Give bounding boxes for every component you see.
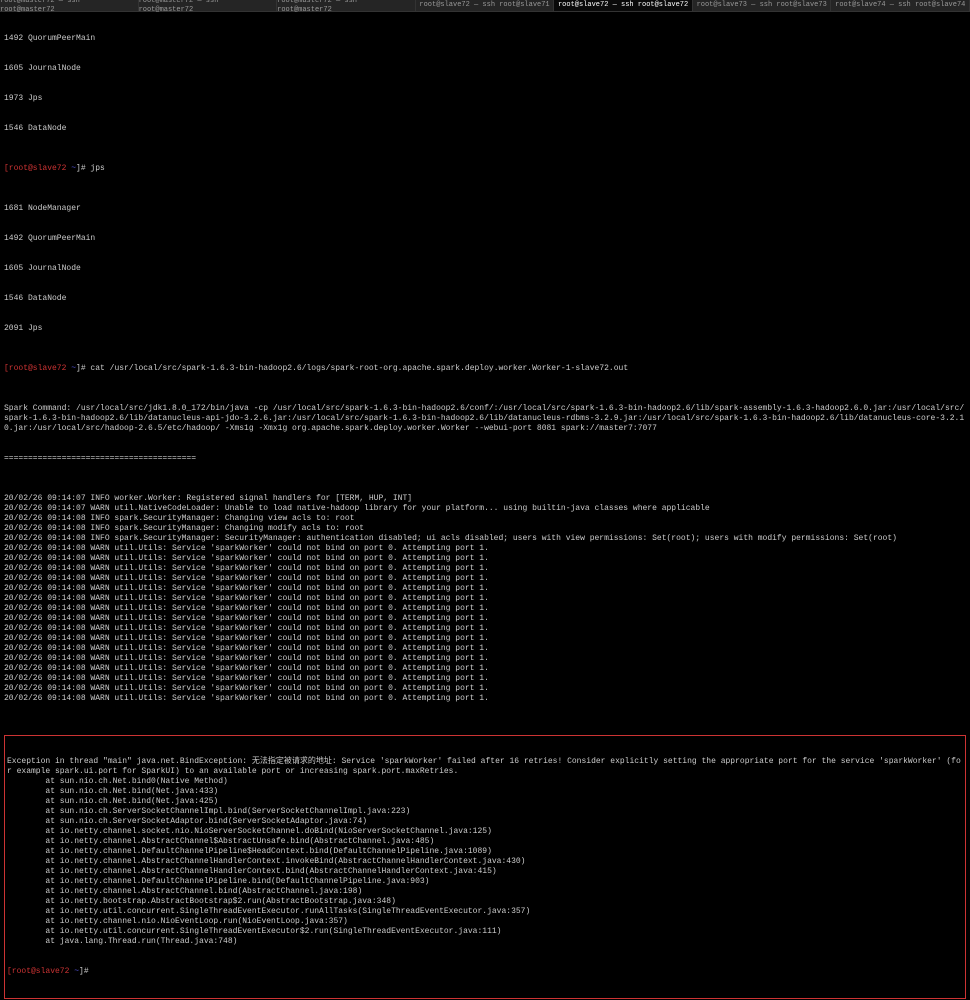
log-line: 20/02/26 09:14:08 WARN util.Utils: Servi… bbox=[4, 674, 966, 684]
stacktrace-line: Exception in thread "main" java.net.Bind… bbox=[7, 757, 963, 777]
log-line: 20/02/26 09:14:08 WARN util.Utils: Servi… bbox=[4, 654, 966, 664]
tab-5[interactable]: root@slave73 — ssh root@slave73 bbox=[693, 0, 832, 11]
log-line: 20/02/26 09:14:08 INFO spark.SecurityMan… bbox=[4, 524, 966, 534]
log-line: 20/02/26 09:14:07 WARN util.NativeCodeLo… bbox=[4, 504, 966, 514]
terminal-output[interactable]: 1492 QuorumPeerMain 1605 JournalNode 197… bbox=[0, 12, 970, 1000]
stacktrace-line: at sun.nio.ch.Net.bind(Net.java:433) bbox=[7, 787, 963, 797]
log-line: 20/02/26 09:14:08 WARN util.Utils: Servi… bbox=[4, 574, 966, 584]
jps-line: 1492 QuorumPeerMain bbox=[4, 234, 966, 244]
stacktrace-line: at sun.nio.ch.Net.bind0(Native Method) bbox=[7, 777, 963, 787]
log-line: 20/02/26 09:14:08 WARN util.Utils: Servi… bbox=[4, 684, 966, 694]
prompt-command: ]# jps bbox=[76, 164, 105, 174]
log-line: 20/02/26 09:14:08 WARN util.Utils: Servi… bbox=[4, 624, 966, 634]
stacktrace: Exception in thread "main" java.net.Bind… bbox=[7, 757, 963, 947]
jps-line: 1681 NodeManager bbox=[4, 204, 966, 214]
log-line: 20/02/26 09:14:08 WARN util.Utils: Servi… bbox=[4, 594, 966, 604]
log-line: 20/02/26 09:14:08 WARN util.Utils: Servi… bbox=[4, 604, 966, 614]
log-line: 20/02/26 09:14:08 WARN util.Utils: Servi… bbox=[4, 634, 966, 644]
tab-3[interactable]: root@slave72 — ssh root@slave71 bbox=[416, 0, 555, 11]
log-line: 20/02/26 09:14:08 WARN util.Utils: Servi… bbox=[4, 614, 966, 624]
stacktrace-line: at sun.nio.ch.ServerSocketAdaptor.bind(S… bbox=[7, 817, 963, 827]
log-line: 20/02/26 09:14:08 WARN util.Utils: Servi… bbox=[4, 554, 966, 564]
stacktrace-line: at io.netty.channel.AbstractChannelHandl… bbox=[7, 867, 963, 877]
stacktrace-line: at io.netty.channel.DefaultChannelPipeli… bbox=[7, 847, 963, 857]
stacktrace-line: at io.netty.util.concurrent.SingleThread… bbox=[7, 907, 963, 917]
log-line: 20/02/26 09:14:08 WARN util.Utils: Servi… bbox=[4, 584, 966, 594]
log-line: 20/02/26 09:14:08 WARN util.Utils: Servi… bbox=[4, 544, 966, 554]
log-line: 20/02/26 09:14:07 INFO worker.Worker: Re… bbox=[4, 494, 966, 504]
tab-bar: root@master72 — ssh root@master72 root@m… bbox=[0, 0, 970, 12]
jps-line: 1973 Jps bbox=[4, 94, 966, 104]
stacktrace-line: at java.lang.Thread.run(Thread.java:748) bbox=[7, 937, 963, 947]
tab-1[interactable]: root@master72 — ssh root@master72 bbox=[139, 0, 278, 11]
tab-0[interactable]: root@master72 — ssh root@master72 bbox=[0, 0, 139, 11]
exception-block: Exception in thread "main" java.net.Bind… bbox=[4, 735, 966, 999]
log-line: 20/02/26 09:14:08 WARN util.Utils: Servi… bbox=[4, 664, 966, 674]
jps-line: 1492 QuorumPeerMain bbox=[4, 34, 966, 44]
shell-prompt: [root@slave72 ~]# jps bbox=[4, 164, 966, 174]
jps-line: 1605 JournalNode bbox=[4, 64, 966, 74]
log-line: 20/02/26 09:14:08 WARN util.Utils: Servi… bbox=[4, 644, 966, 654]
stacktrace-line: at io.netty.bootstrap.AbstractBootstrap$… bbox=[7, 897, 963, 907]
prompt-user: [root@slave72 bbox=[4, 164, 71, 174]
shell-prompt[interactable]: [root@slave72 ~]# bbox=[7, 967, 963, 977]
shell-prompt: [root@slave72 ~]# cat /usr/local/src/spa… bbox=[4, 364, 966, 374]
prompt-command: ]# cat /usr/local/src/spark-1.6.3-bin-ha… bbox=[76, 364, 628, 374]
prompt-user: [root@slave72 bbox=[7, 967, 74, 977]
separator-line: ======================================== bbox=[4, 454, 966, 464]
stacktrace-line: at io.netty.channel.AbstractChannel.bind… bbox=[7, 887, 963, 897]
tab-6[interactable]: root@slave74 — ssh root@slave74 bbox=[831, 0, 970, 11]
log-line: 20/02/26 09:14:08 INFO spark.SecurityMan… bbox=[4, 514, 966, 524]
stacktrace-line: at io.netty.channel.nio.NioEventLoop.run… bbox=[7, 917, 963, 927]
log-line: 20/02/26 09:14:08 WARN util.Utils: Servi… bbox=[4, 694, 966, 704]
log-line: 20/02/26 09:14:08 INFO spark.SecurityMan… bbox=[4, 534, 966, 544]
stacktrace-line: at io.netty.channel.AbstractChannel$Abst… bbox=[7, 837, 963, 847]
tab-4[interactable]: root@slave72 — ssh root@slave72 bbox=[554, 0, 693, 11]
prompt-command: ]# bbox=[79, 967, 93, 977]
stacktrace-line: at io.netty.channel.DefaultChannelPipeli… bbox=[7, 877, 963, 887]
stacktrace-line: at io.netty.channel.AbstractChannelHandl… bbox=[7, 857, 963, 867]
stacktrace-line: at io.netty.util.concurrent.SingleThread… bbox=[7, 927, 963, 937]
log-line: 20/02/26 09:14:08 WARN util.Utils: Servi… bbox=[4, 564, 966, 574]
tab-2[interactable]: root@master72 — ssh root@master72 bbox=[277, 0, 416, 11]
jps-line: 1546 DataNode bbox=[4, 294, 966, 304]
jps-line: 1546 DataNode bbox=[4, 124, 966, 134]
stacktrace-line: at io.netty.channel.socket.nio.NioServer… bbox=[7, 827, 963, 837]
jps-line: 2091 Jps bbox=[4, 324, 966, 334]
log-output: 20/02/26 09:14:07 INFO worker.Worker: Re… bbox=[4, 494, 966, 704]
spark-command-line: Spark Command: /usr/local/src/jdk1.8.0_1… bbox=[4, 404, 966, 434]
stacktrace-line: at sun.nio.ch.Net.bind(Net.java:425) bbox=[7, 797, 963, 807]
prompt-user: [root@slave72 bbox=[4, 364, 71, 374]
stacktrace-line: at sun.nio.ch.ServerSocketChannelImpl.bi… bbox=[7, 807, 963, 817]
jps-line: 1605 JournalNode bbox=[4, 264, 966, 274]
